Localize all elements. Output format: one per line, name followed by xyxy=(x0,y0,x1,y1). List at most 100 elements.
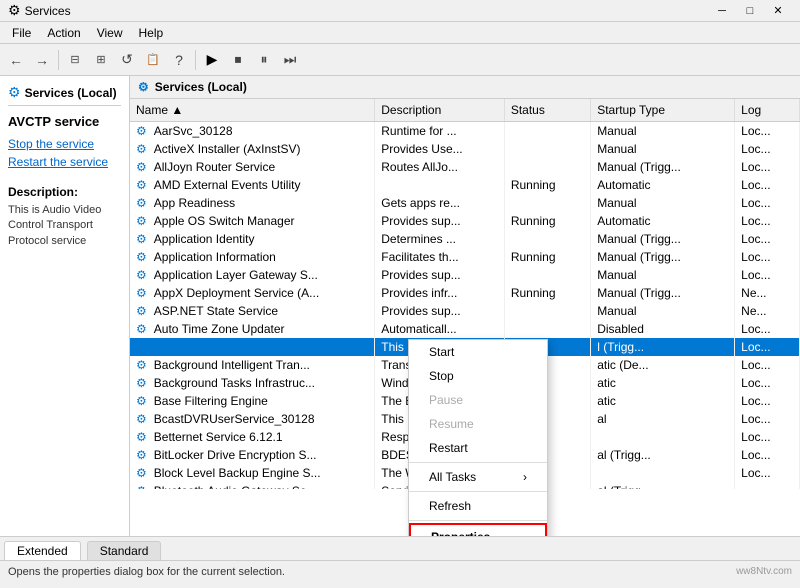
window-title: Services xyxy=(25,4,708,18)
cell-status: Running xyxy=(504,284,590,302)
status-bar: Opens the properties dialog box for the … xyxy=(0,560,800,582)
cell-startup: Manual (Trigg... xyxy=(591,248,735,266)
cell-startup: al (Trigg... xyxy=(591,446,735,464)
table-row[interactable]: ⚙ASP.NET State Service Provides sup... M… xyxy=(130,302,800,320)
context-menu-item-start[interactable]: Start xyxy=(409,340,547,364)
cell-log: Loc... xyxy=(735,356,800,374)
help-toolbar-button[interactable]: ? xyxy=(167,48,191,72)
context-menu-separator xyxy=(409,520,547,521)
cell-name: ⚙Application Layer Gateway S... xyxy=(130,266,375,284)
show-button[interactable]: ⊞ xyxy=(89,48,113,72)
cell-name: ⚙BcastDVRUserService_30128 xyxy=(130,410,375,428)
cell-name: ⚙Application Identity xyxy=(130,230,375,248)
cell-startup: l (Trigg... xyxy=(591,338,735,356)
context-menu-item-restart[interactable]: Restart xyxy=(409,436,547,460)
tab-standard[interactable]: Standard xyxy=(87,541,162,560)
context-menu: StartStopPauseResumeRestartAll Tasks›Ref… xyxy=(408,339,548,536)
cell-log: Loc... xyxy=(735,428,800,446)
col-header-log[interactable]: Log xyxy=(735,99,800,122)
table-row[interactable]: ⚙Application Information Facilitates th.… xyxy=(130,248,800,266)
maximize-button[interactable]: □ xyxy=(736,1,764,21)
right-panel: ⚙ Services (Local) Name ▲ Description St… xyxy=(130,76,800,536)
menu-help[interactable]: Help xyxy=(131,22,172,43)
service-icon: ⚙ xyxy=(136,268,147,282)
minimize-button[interactable]: ─ xyxy=(708,1,736,21)
table-row[interactable]: ⚙Application Layer Gateway S... Provides… xyxy=(130,266,800,284)
cell-status xyxy=(504,230,590,248)
stop-service-link[interactable]: Stop the service xyxy=(8,137,121,151)
table-row[interactable]: ⚙AarSvc_30128 Runtime for ... Manual Loc… xyxy=(130,122,800,141)
context-item-label: Stop xyxy=(429,369,454,383)
forward-button[interactable]: → xyxy=(30,48,54,72)
export-button[interactable]: 📋 xyxy=(141,48,165,72)
toolbar-sep-1 xyxy=(58,50,59,70)
menu-file[interactable]: File xyxy=(4,22,39,43)
refresh-toolbar-button[interactable]: ↺ xyxy=(115,48,139,72)
context-menu-item-stop[interactable]: Stop xyxy=(409,364,547,388)
cell-startup: atic xyxy=(591,374,735,392)
restart-button[interactable]: ⏭ xyxy=(278,48,302,72)
table-row[interactable]: ⚙Auto Time Zone Updater Automaticall... … xyxy=(130,320,800,338)
pause-button[interactable]: ⏸ xyxy=(252,48,276,72)
context-item-label: Start xyxy=(429,345,454,359)
menu-bar: File Action View Help xyxy=(0,22,800,44)
service-icon: ⚙ xyxy=(136,430,147,444)
table-row[interactable]: ⚙App Readiness Gets apps re... Manual Lo… xyxy=(130,194,800,212)
cell-name: ⚙Background Intelligent Tran... xyxy=(130,356,375,374)
menu-action[interactable]: Action xyxy=(39,22,88,43)
cell-name: ⚙ActiveX Installer (AxInstSV) xyxy=(130,140,375,158)
cell-log: Loc... xyxy=(735,374,800,392)
col-header-name[interactable]: Name ▲ xyxy=(130,99,375,122)
cell-desc: Routes AllJo... xyxy=(375,158,505,176)
table-row[interactable]: ⚙Apple OS Switch Manager Provides sup...… xyxy=(130,212,800,230)
cell-startup: al (Trigg... xyxy=(591,482,735,489)
service-icon: ⚙ xyxy=(136,466,147,480)
cell-log: Loc... xyxy=(735,392,800,410)
cell-log: Ne... xyxy=(735,302,800,320)
cell-startup: al xyxy=(591,410,735,428)
cell-log xyxy=(735,482,800,489)
context-menu-item-all-tasks[interactable]: All Tasks› xyxy=(409,465,547,489)
context-menu-item-refresh[interactable]: Refresh xyxy=(409,494,547,518)
service-icon: ⚙ xyxy=(136,196,147,210)
context-menu-item-properties[interactable]: Properties xyxy=(409,523,547,536)
table-row[interactable]: ⚙AppX Deployment Service (A... Provides … xyxy=(130,284,800,302)
main-container: ⚙ Services (Local) AVCTP service Stop th… xyxy=(0,76,800,536)
col-header-startup[interactable]: Startup Type xyxy=(591,99,735,122)
table-row[interactable]: ⚙AllJoyn Router Service Routes AllJo... … xyxy=(130,158,800,176)
col-header-desc[interactable]: Description xyxy=(375,99,505,122)
service-icon: ⚙ xyxy=(136,412,147,426)
close-button[interactable]: ✕ xyxy=(764,1,792,21)
context-item-label: All Tasks xyxy=(429,470,476,484)
cell-desc: Gets apps re... xyxy=(375,194,505,212)
cell-desc: Provides sup... xyxy=(375,212,505,230)
table-row[interactable]: ⚙ActiveX Installer (AxInstSV) Provides U… xyxy=(130,140,800,158)
window-controls: ─ □ ✕ xyxy=(708,1,792,21)
window-icon: ⚙ xyxy=(8,2,21,19)
tab-extended[interactable]: Extended xyxy=(4,541,81,560)
context-item-label: Resume xyxy=(429,417,474,431)
cell-name: ⚙Application Information xyxy=(130,248,375,266)
cell-log: Loc... xyxy=(735,266,800,284)
cell-status: Running xyxy=(504,176,590,194)
cell-name: ⚙BitLocker Drive Encryption S... xyxy=(130,446,375,464)
service-icon: ⚙ xyxy=(136,304,147,318)
cell-desc: Provides sup... xyxy=(375,266,505,284)
status-watermark: ww8Ntv.com xyxy=(736,566,792,577)
play-button[interactable]: ▶ xyxy=(200,48,224,72)
cell-startup: Manual xyxy=(591,266,735,284)
stop-button[interactable]: ⏹ xyxy=(226,48,250,72)
table-row[interactable]: ⚙AMD External Events Utility Running Aut… xyxy=(130,176,800,194)
up-button[interactable]: ⊟ xyxy=(63,48,87,72)
context-item-label: Restart xyxy=(429,441,468,455)
left-panel-title: Services (Local) xyxy=(25,86,117,100)
restart-service-link[interactable]: Restart the service xyxy=(8,155,121,169)
cell-startup: Disabled xyxy=(591,320,735,338)
back-button[interactable]: ← xyxy=(4,48,28,72)
menu-view[interactable]: View xyxy=(89,22,131,43)
col-header-status[interactable]: Status xyxy=(504,99,590,122)
cell-log: Loc... xyxy=(735,122,800,141)
cell-status xyxy=(504,122,590,141)
table-row[interactable]: ⚙Application Identity Determines ... Man… xyxy=(130,230,800,248)
cell-name: ⚙Background Tasks Infrastruc... xyxy=(130,374,375,392)
